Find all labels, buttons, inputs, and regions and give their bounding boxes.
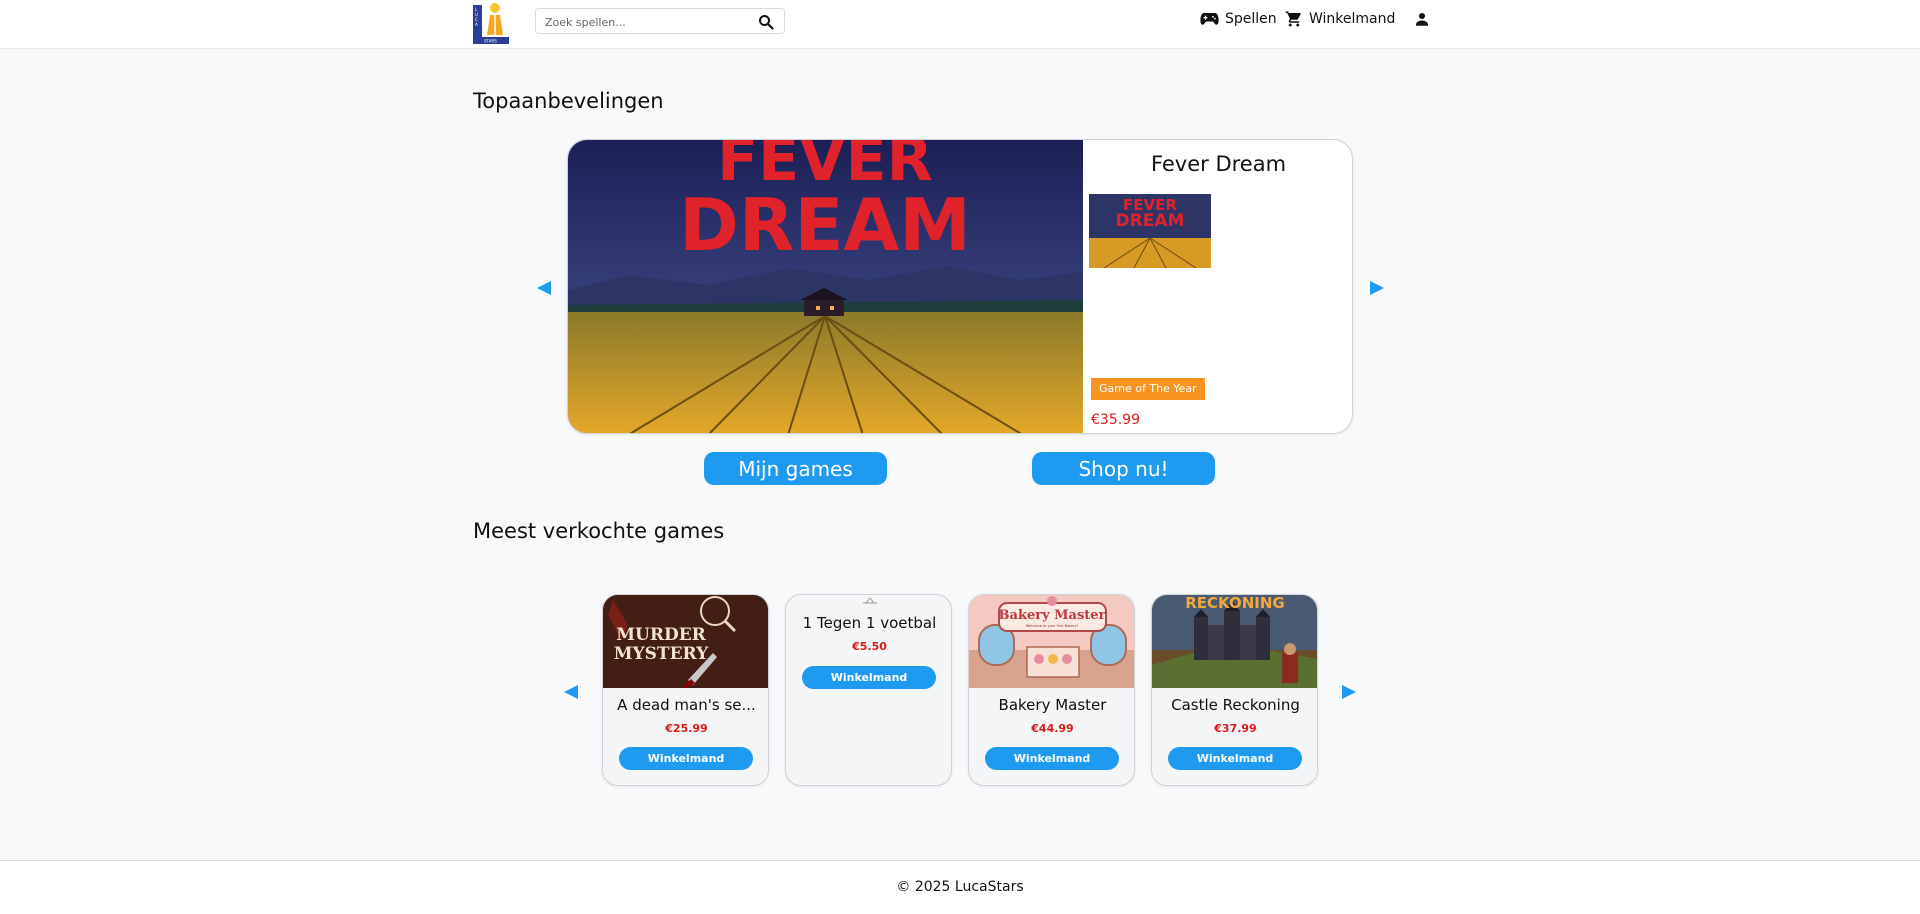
- add-to-cart-button[interactable]: Winkelmand: [619, 747, 753, 770]
- lucastars-logo[interactable]: L U C A STARS: [473, 1, 509, 44]
- svg-text:A: A: [475, 22, 478, 27]
- game-card[interactable]: MURDER MYSTERY A dead man's se... €25.99…: [602, 594, 769, 786]
- game-card[interactable]: Bakery Master Welcome to your first Bake…: [968, 594, 1135, 786]
- my-games-button[interactable]: Mijn games: [704, 452, 887, 485]
- featured-game-price: €35.99: [1091, 412, 1140, 428]
- game-price: €37.99: [1214, 722, 1257, 735]
- triangle-left-icon: [537, 281, 551, 295]
- svg-text:DREAM: DREAM: [679, 183, 971, 267]
- nav-winkelmand-label: Winkelmand: [1309, 11, 1396, 27]
- top-nav-bar: L U C A STARS Spellen Winkelmand: [0, 0, 1920, 49]
- nav-spellen-label: Spellen: [1225, 11, 1277, 27]
- bestsellers-heading: Meest verkochte games: [473, 519, 725, 543]
- game-card[interactable]: 1 Tegen 1 voetbal €5.50 Winkelmand: [785, 594, 952, 786]
- add-to-cart-button[interactable]: Winkelmand: [985, 747, 1119, 770]
- game-cover-image: Bakery Master Welcome to your first Bake…: [969, 595, 1134, 688]
- account-button[interactable]: [1413, 8, 1437, 30]
- featured-game-card[interactable]: FEVER DREAM Fever Dream FEVER DREAM Game…: [567, 139, 1353, 434]
- featured-game-title: Fever Dream: [1150, 152, 1287, 176]
- game-title[interactable]: Bakery Master: [975, 696, 1130, 714]
- user-icon: [1416, 13, 1428, 26]
- broken-image-icon: [863, 597, 877, 604]
- bestsellers-prev-arrow[interactable]: [562, 683, 580, 701]
- game-price: €25.99: [665, 722, 708, 735]
- hero-next-arrow[interactable]: [1368, 279, 1386, 297]
- svg-text:STARS: STARS: [484, 39, 497, 44]
- game-price: €5.50: [852, 640, 887, 653]
- featured-game-thumbnail[interactable]: FEVER DREAM: [1089, 194, 1211, 268]
- site-footer: © 2025 LucaStars: [0, 860, 1920, 914]
- featured-game-info: Fever Dream FEVER DREAM Game of The Year…: [1083, 140, 1352, 433]
- nav-winkelmand-link[interactable]: Winkelmand: [1285, 8, 1395, 30]
- game-title[interactable]: A dead man's se...: [609, 696, 764, 714]
- game-title[interactable]: Castle Reckoning: [1158, 696, 1313, 714]
- game-cover-image: RECKONING: [1152, 595, 1317, 688]
- bestsellers-next-arrow[interactable]: [1340, 683, 1358, 701]
- game-cover-image: MURDER MYSTERY: [603, 595, 768, 688]
- copyright-text: © 2025 LucaStars: [896, 879, 1024, 895]
- gamepad-icon: [1200, 13, 1219, 25]
- game-title[interactable]: 1 Tegen 1 voetbal: [792, 614, 947, 632]
- svg-text:Welcome to your first Bakery!: Welcome to your first Bakery!: [1026, 624, 1078, 628]
- search-box: [535, 8, 785, 34]
- add-to-cart-button[interactable]: Winkelmand: [802, 666, 936, 689]
- shopping-cart-icon: [1285, 11, 1301, 27]
- hero-prev-arrow[interactable]: [535, 279, 553, 297]
- game-price: €44.99: [1031, 722, 1074, 735]
- shop-now-button[interactable]: Shop nu!: [1032, 452, 1215, 485]
- svg-text:DREAM: DREAM: [1116, 211, 1185, 231]
- svg-text:RECKONING: RECKONING: [1185, 595, 1285, 612]
- game-of-the-year-badge: Game of The Year: [1091, 378, 1205, 400]
- nav-spellen-link[interactable]: Spellen: [1200, 8, 1277, 30]
- top-picks-heading: Topaanbevelingen: [473, 89, 664, 113]
- game-card[interactable]: RECKONING Castle Reckoning €37.99 Winkel…: [1151, 594, 1318, 786]
- triangle-left-icon: [564, 685, 578, 699]
- search-input[interactable]: [545, 13, 745, 31]
- triangle-right-icon: [1370, 281, 1384, 295]
- search-icon[interactable]: [758, 14, 774, 30]
- triangle-right-icon: [1342, 685, 1356, 699]
- featured-game-art: FEVER DREAM: [568, 140, 1083, 433]
- svg-text:Bakery Master: Bakery Master: [999, 608, 1106, 623]
- add-to-cart-button[interactable]: Winkelmand: [1168, 747, 1302, 770]
- svg-text:MURDER: MURDER: [616, 625, 706, 645]
- svg-text:MYSTERY: MYSTERY: [614, 644, 709, 664]
